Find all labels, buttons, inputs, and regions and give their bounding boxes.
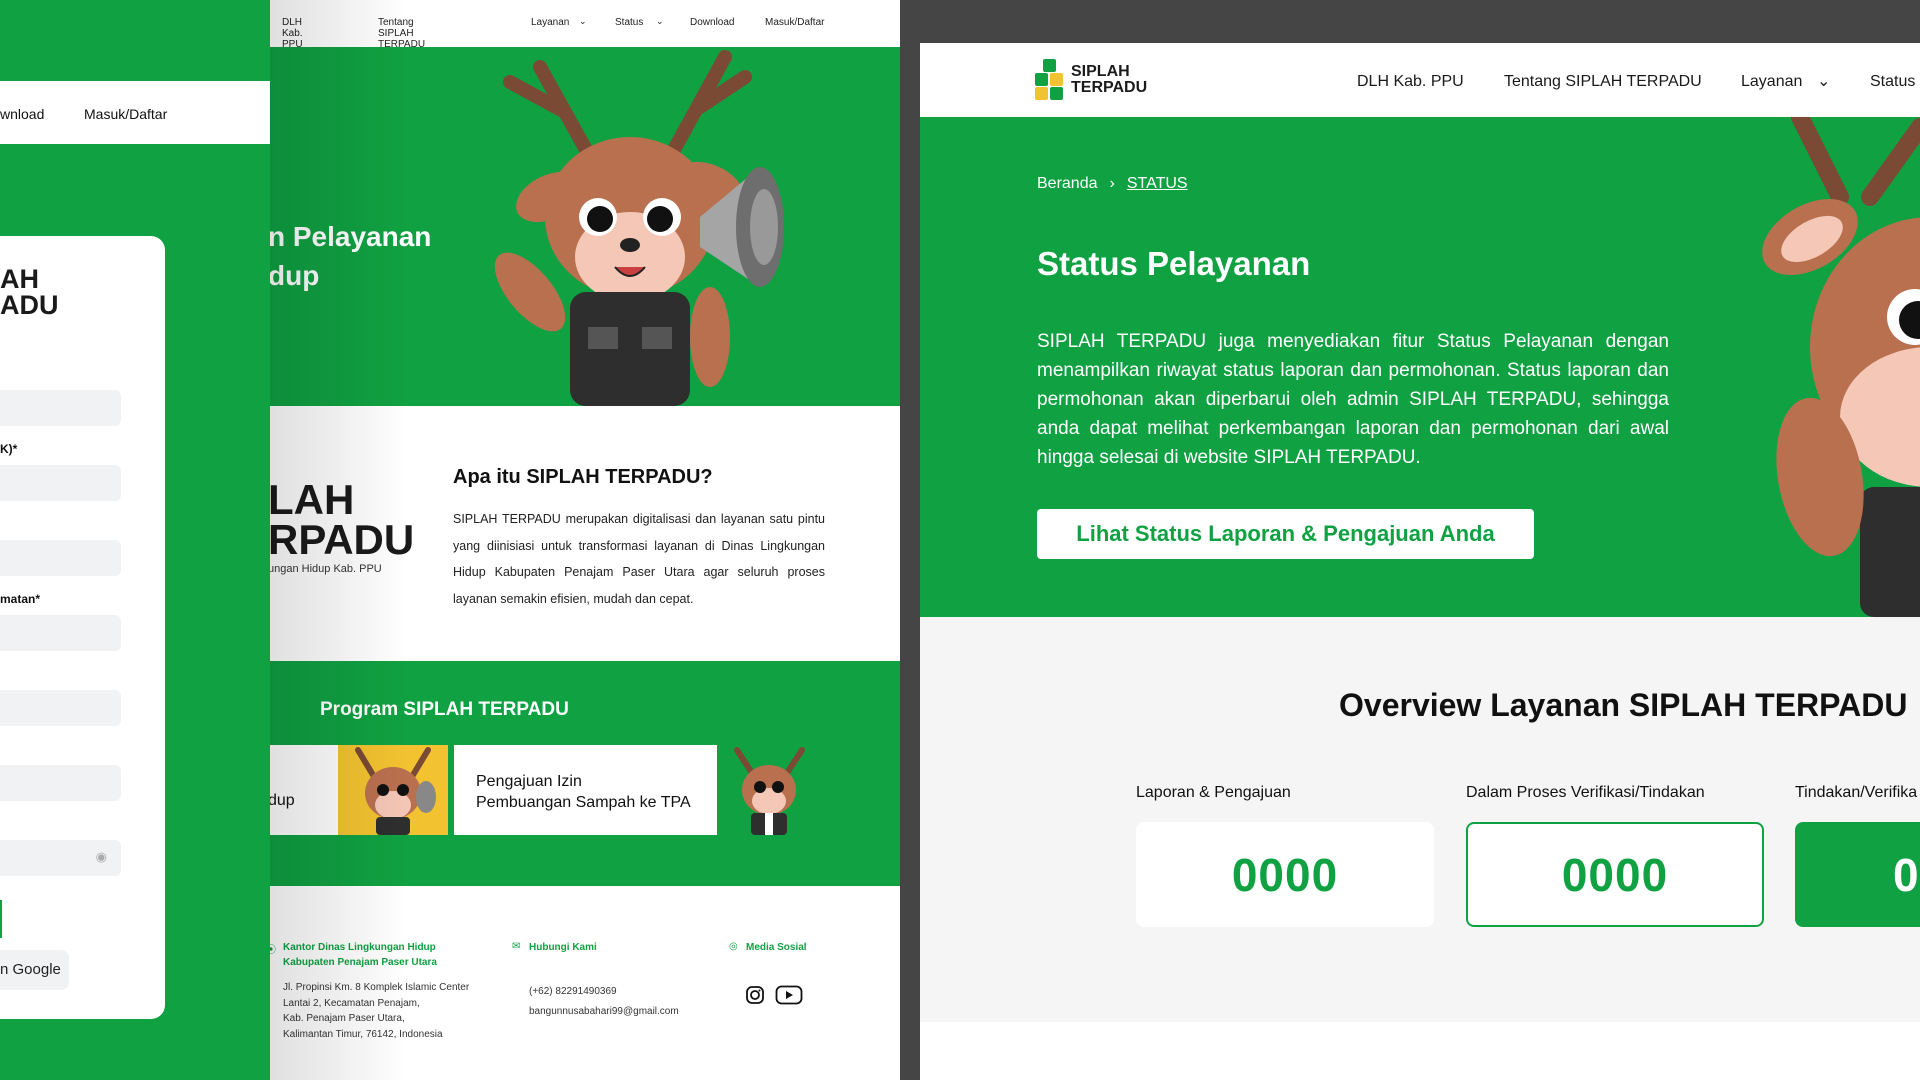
program-card-mascot-image bbox=[338, 745, 448, 835]
nav-masuk-daftar[interactable]: Masuk/Daftar bbox=[765, 17, 824, 28]
program-card[interactable]: Pengajuan Izin Pembuangan Sampah ke TPA bbox=[454, 745, 717, 835]
submit-button-edge[interactable] bbox=[0, 900, 2, 938]
form-input[interactable] bbox=[0, 690, 121, 726]
nav-download[interactable]: Download bbox=[690, 17, 734, 28]
deer-mascot-icon bbox=[355, 747, 436, 835]
footer-office-title-line-1: Kantor Dinas Lingkungan Hidup bbox=[283, 942, 436, 953]
chevron-down-icon[interactable]: ⌄ bbox=[1817, 71, 1830, 91]
program-title: Program SIPLAH TERPADU bbox=[320, 699, 569, 720]
stat-label: Dalam Proses Verifikasi/Tindakan bbox=[1466, 784, 1705, 801]
footer-social-title: Media Sosial bbox=[746, 942, 807, 953]
footer-office-title: Kantor Dinas Lingkungan Hidup Kabupaten … bbox=[283, 940, 437, 970]
globe-icon: ◎ bbox=[729, 941, 738, 952]
page-bottom bbox=[920, 1022, 1920, 1080]
landing-page-mockup: SIPLAH TERPADU DLH Kab. PPU Tentang SIPL… bbox=[0, 0, 900, 1080]
page-title: Status Pelayanan bbox=[1037, 245, 1311, 282]
stat-value: 0000 bbox=[1231, 848, 1339, 901]
login-brand: AH ADU bbox=[0, 264, 59, 320]
stat-value: 0 bbox=[1893, 848, 1920, 901]
footer-email[interactable]: bangunnusabahari99@gmail.com bbox=[529, 1004, 679, 1020]
eye-icon[interactable]: ◉ bbox=[96, 849, 107, 865]
nav-masuk-daftar[interactable]: Masuk/Daftar bbox=[84, 106, 167, 122]
about-brand: LAH RPADU bbox=[268, 476, 415, 563]
about-text: SIPLAH TERPADU merupakan digitalisasi da… bbox=[453, 512, 825, 606]
footer-office-title-line-2: Kabupaten Penajam Paser Utara bbox=[283, 957, 437, 968]
stat-label: Tindakan/Verifika bbox=[1795, 784, 1918, 801]
google-login-label: n Google bbox=[0, 961, 61, 978]
breadcrumb-current[interactable]: STATUS bbox=[1127, 175, 1188, 192]
google-login-button[interactable]: n Google bbox=[0, 950, 69, 990]
nav-status[interactable]: Status bbox=[615, 17, 643, 28]
hero-title-line-2: dup bbox=[268, 260, 320, 291]
form-input[interactable] bbox=[0, 465, 121, 501]
siplah-logo[interactable]: SIPLAH TERPADU bbox=[1035, 59, 1147, 101]
about-title: Apa itu SIPLAH TERPADU? bbox=[453, 466, 713, 488]
logo-line-2: TERPADU bbox=[1071, 79, 1148, 96]
nav-download[interactable]: wnload bbox=[0, 106, 44, 122]
status-page-mockup: SIPLAH TERPADU DLH Kab. PPU Tentang SIPL… bbox=[920, 43, 1920, 1080]
form-label: matan* bbox=[0, 592, 41, 606]
stat-card: 0000 bbox=[1466, 822, 1764, 927]
about-brand-subtitle: ungan Hidup Kab. PPU bbox=[268, 563, 382, 575]
overview-title: Overview Layanan SIPLAH TERPADU bbox=[1339, 687, 1908, 723]
chevron-right-icon: › bbox=[1109, 175, 1115, 192]
stat-value: 0000 bbox=[1561, 848, 1669, 901]
deer-mascot-icon bbox=[734, 747, 805, 835]
login-page-mockup: wnload Masuk/Daftar AH ADU K)* matan* ◉ … bbox=[0, 0, 270, 1080]
footer-phone[interactable]: (+62) 82291490369 bbox=[529, 984, 617, 1000]
stat-card: 0 bbox=[1795, 822, 1920, 927]
mail-icon: ✉ bbox=[512, 941, 521, 952]
nav-layanan[interactable]: Layanan bbox=[531, 17, 569, 28]
nav-dlh[interactable]: DLH Kab. PPU bbox=[1357, 73, 1464, 91]
nav-dlh[interactable]: DLH Kab. PPU bbox=[282, 17, 303, 50]
form-label: K)* bbox=[0, 442, 18, 456]
program-card-mascot-image bbox=[717, 745, 822, 835]
status-navbar: SIPLAH TERPADU DLH Kab. PPU Tentang SIPL… bbox=[920, 43, 1920, 117]
footer-address: Jl. Propinsi Km. 8 Komplek Islamic Cente… bbox=[283, 980, 469, 1042]
program-card-title-line-1: Pengajuan Izin bbox=[476, 773, 582, 790]
login-form-card: AH ADU K)* matan* ◉ n Google bbox=[0, 236, 165, 1019]
logo-mark-icon bbox=[1035, 59, 1065, 101]
youtube-icon[interactable] bbox=[775, 985, 803, 1005]
hero-title-line-1: n Pelayanan bbox=[268, 221, 432, 252]
program-card-title-line-2: Pembuangan Sampah ke TPA bbox=[476, 794, 691, 811]
nav-tentang[interactable]: Tentang SIPLAH TERPADU bbox=[378, 17, 425, 50]
footer-contact-title: Hubungi Kami bbox=[529, 942, 597, 953]
status-hero: Beranda › STATUS Status Pelayanan SIPLAH T… bbox=[920, 117, 1920, 617]
chevron-down-icon[interactable]: ⌄ bbox=[656, 16, 664, 27]
password-input[interactable]: ◉ bbox=[0, 840, 121, 876]
deer-mascot-icon bbox=[1762, 117, 1920, 617]
breadcrumb: Beranda › STATUS bbox=[1037, 175, 1188, 193]
form-input[interactable] bbox=[0, 615, 121, 651]
footer-address-line: Kab. Penajam Paser Utara, bbox=[283, 1013, 405, 1024]
login-brand-line-2: ADU bbox=[0, 290, 59, 320]
form-input[interactable] bbox=[0, 540, 121, 576]
footer-address-line: Kalimantan Timur, 76142, Indonesia bbox=[283, 1028, 443, 1040]
form-input[interactable] bbox=[0, 390, 121, 426]
chevron-down-icon[interactable]: ⌄ bbox=[579, 16, 587, 27]
nav-layanan[interactable]: Layanan bbox=[1741, 73, 1802, 91]
instagram-icon[interactable] bbox=[745, 985, 765, 1005]
overview-section: Overview Layanan SIPLAH TERPADU Laporan … bbox=[920, 617, 1920, 1022]
view-status-button[interactable]: Lihat Status Laporan & Pengajuan Anda bbox=[1037, 509, 1534, 559]
breadcrumb-home[interactable]: Beranda bbox=[1037, 175, 1098, 192]
form-input[interactable] bbox=[0, 765, 121, 801]
about-brand-line-2: RPADU bbox=[268, 516, 415, 563]
stat-label: Laporan & Pengajuan bbox=[1136, 784, 1291, 801]
stat-card: 0000 bbox=[1136, 822, 1434, 927]
login-brand-line-1: AH bbox=[0, 264, 39, 294]
about-brand-line-1: LAH bbox=[268, 476, 355, 523]
footer-address-line: Lantai 2, Kecamatan Penajam, bbox=[283, 997, 420, 1009]
logo-text: SIPLAH TERPADU bbox=[1071, 64, 1147, 96]
program-card-title: dup bbox=[268, 792, 295, 809]
nav-tentang[interactable]: Tentang SIPLAH TERPADU bbox=[1504, 73, 1702, 91]
hero-title: n Pelayanan dup bbox=[268, 217, 431, 295]
program-card-title: Pengajuan Izin Pembuangan Sampah ke TPA bbox=[476, 771, 691, 813]
footer-address-line: Jl. Propinsi Km. 8 Komplek Islamic Cente… bbox=[283, 982, 470, 993]
login-navbar: wnload Masuk/Daftar bbox=[0, 81, 270, 144]
deer-mascot-megaphone-icon bbox=[494, 50, 784, 406]
logo-line-1: SIPLAH bbox=[1071, 63, 1130, 80]
nav-status[interactable]: Status bbox=[1870, 73, 1915, 91]
page-description: SIPLAH TERPADU juga menyediakan fitur St… bbox=[1037, 331, 1669, 468]
